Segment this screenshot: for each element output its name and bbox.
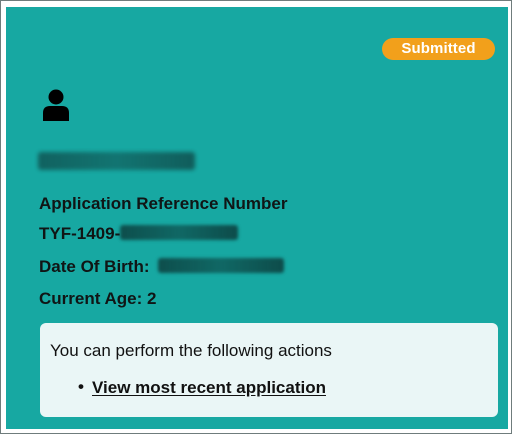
actions-panel: You can perform the following actions • …: [40, 323, 498, 417]
applicant-name-redacted: [38, 151, 195, 170]
applicant-name: [38, 140, 195, 180]
reference-number: TYF-1409-: [39, 223, 239, 244]
status-badge: Submitted: [382, 38, 495, 60]
window-frame: Submitted Application Reference Number T…: [0, 0, 512, 434]
date-of-birth-redacted: [158, 258, 285, 273]
user-icon: [43, 89, 69, 121]
view-most-recent-application-link[interactable]: View most recent application: [92, 378, 326, 398]
current-age-value: 2: [147, 289, 157, 308]
reference-number-label: Application Reference Number: [39, 194, 288, 213]
reference-number-prefix: TYF-1409-: [39, 224, 121, 243]
date-of-birth: Date Of Birth:: [39, 256, 285, 277]
reference-number-redacted: [120, 225, 239, 240]
bullet-icon: •: [78, 377, 84, 396]
date-of-birth-label: Date Of Birth:: [39, 257, 150, 276]
current-age-label: Current Age:: [39, 289, 143, 308]
actions-intro: You can perform the following actions: [50, 341, 332, 360]
current-age: Current Age: 2: [39, 288, 156, 309]
application-card: Submitted Application Reference Number T…: [6, 7, 508, 429]
